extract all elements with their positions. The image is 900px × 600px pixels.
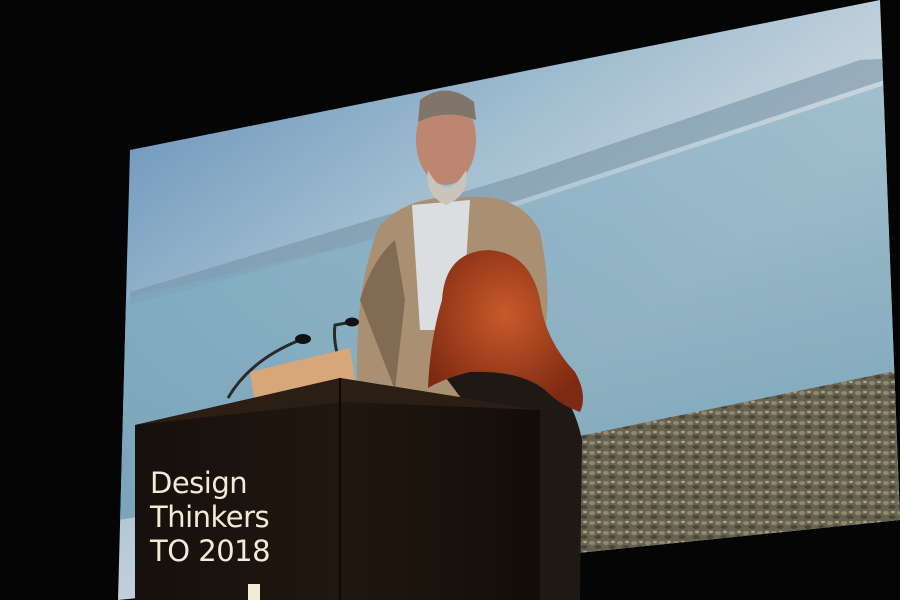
mic-head-right (345, 317, 359, 327)
podium-sign-line-2: Thinkers (150, 500, 270, 534)
podium-sign-line-1: Design (150, 466, 248, 500)
podium-sign: Design Thinkers TO 2018 (150, 466, 271, 568)
podium-sign-line-3: TO 2018 (150, 534, 271, 568)
podium-logo-mark (248, 584, 260, 600)
event-scene (118, 0, 900, 600)
mic-head-left (295, 334, 311, 344)
